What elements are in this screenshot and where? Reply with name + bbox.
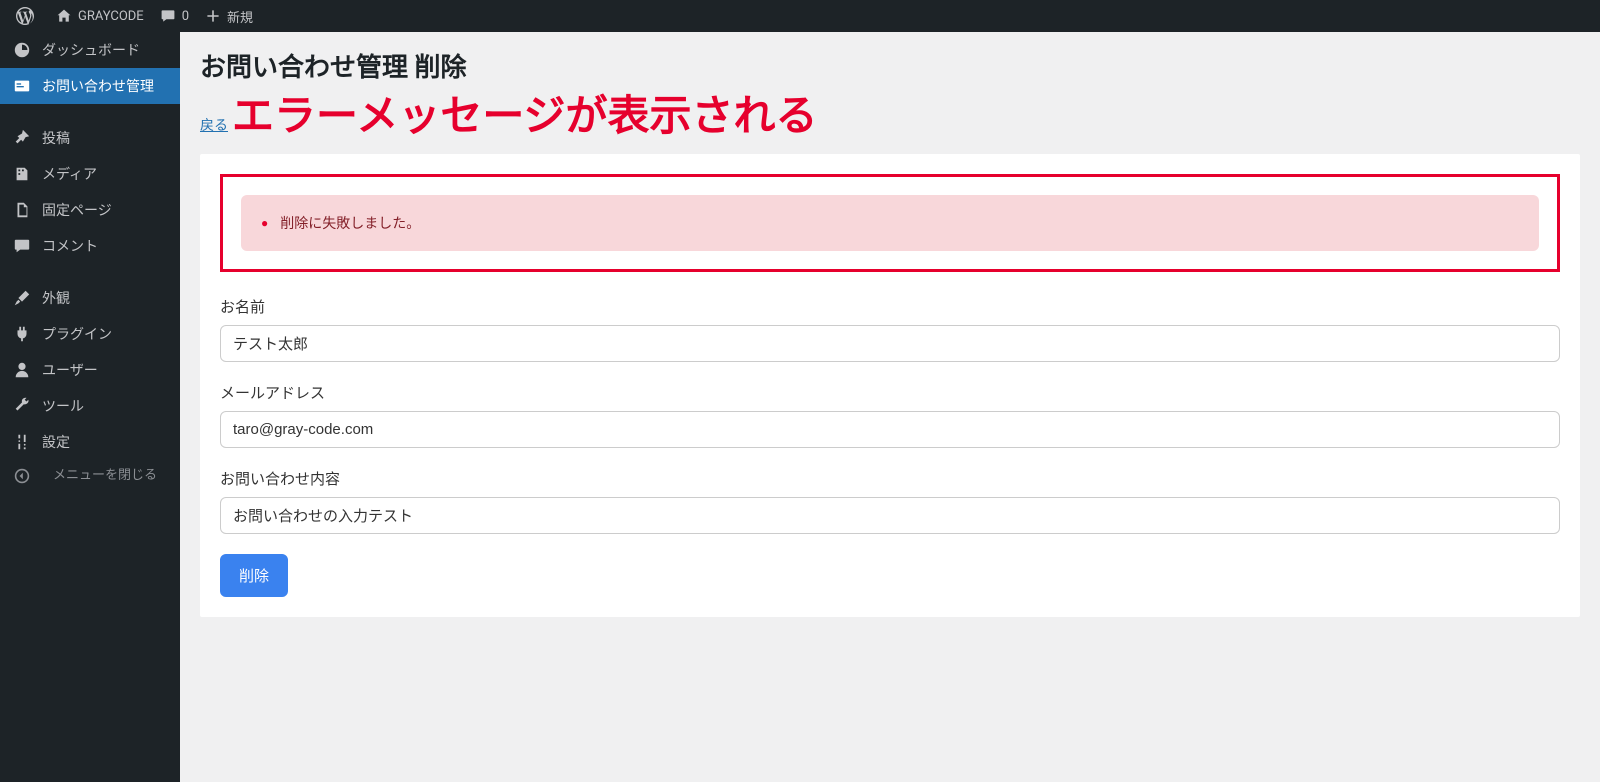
sidebar-item-label: コメント	[42, 236, 98, 256]
content-label: お問い合わせ内容	[220, 468, 1560, 489]
email-label: メールアドレス	[220, 382, 1560, 403]
form-group-name: お名前	[220, 296, 1560, 362]
sidebar-item-dashboard[interactable]: ダッシュボード	[0, 32, 180, 68]
sidebar-item-label: 投稿	[42, 128, 70, 148]
sidebar-item-label: ツール	[42, 396, 84, 416]
alert-message: 削除に失敗しました。	[280, 213, 420, 233]
sidebar-collapse[interactable]: メニューを閉じる	[0, 460, 180, 493]
sidebar-item-label: ダッシュボード	[42, 40, 140, 60]
card-icon	[12, 77, 32, 95]
sidebar-item-label: メディア	[42, 164, 97, 184]
sidebar-item-pages[interactable]: 固定ページ	[0, 192, 180, 228]
new-content-link[interactable]: 新規	[197, 0, 261, 32]
alert-highlight-box: ● 削除に失敗しました。	[220, 174, 1560, 272]
content-card: ● 削除に失敗しました。 お名前 メールアドレス お問い合わせ内容 削除	[200, 154, 1580, 617]
home-icon	[56, 8, 72, 24]
back-link[interactable]: 戻る	[200, 115, 228, 135]
error-alert: ● 削除に失敗しました。	[241, 195, 1539, 251]
main-content: お問い合わせ管理 削除 戻る エラーメッセージが表示される ● 削除に失敗しまし…	[180, 32, 1600, 637]
sidebar-item-settings[interactable]: 設定	[0, 424, 180, 460]
brush-icon	[12, 289, 32, 307]
sidebar-item-media[interactable]: メディア	[0, 156, 180, 192]
site-title: GRAYCODE	[78, 9, 144, 24]
admin-bar: GRAYCODE 0 新規	[0, 0, 1600, 32]
form-group-content: お問い合わせ内容	[220, 468, 1560, 534]
sidebar-item-posts[interactable]: 投稿	[0, 120, 180, 156]
plug-icon	[12, 325, 32, 343]
back-row: 戻る エラーメッセージが表示される	[200, 94, 1580, 140]
sidebar-item-label: 設定	[42, 432, 70, 452]
sidebar-item-label: 外観	[42, 288, 70, 308]
sidebar-item-label: プラグイン	[42, 324, 112, 344]
user-icon	[12, 361, 32, 379]
settings-icon	[12, 433, 32, 451]
sidebar-item-label: 固定ページ	[42, 200, 112, 220]
annotation-text: エラーメッセージが表示される	[232, 94, 817, 140]
email-input[interactable]	[220, 411, 1560, 448]
sidebar-item-label: ユーザー	[42, 360, 98, 380]
admin-sidebar: ダッシュボード お問い合わせ管理 投稿 メディア 固定ページ コメント	[0, 32, 180, 782]
new-label: 新規	[227, 7, 253, 26]
sidebar-item-appearance[interactable]: 外観	[0, 280, 180, 316]
collapse-label: メニューを閉じる	[42, 468, 168, 485]
form-group-email: メールアドレス	[220, 382, 1560, 448]
sidebar-item-plugins[interactable]: プラグイン	[0, 316, 180, 352]
page-title: お問い合わせ管理 削除	[200, 52, 1580, 86]
dashboard-icon	[12, 41, 32, 59]
comment-count: 0	[182, 9, 189, 24]
sidebar-item-label: お問い合わせ管理	[42, 76, 154, 96]
name-input[interactable]	[220, 325, 1560, 362]
wordpress-icon	[16, 7, 34, 25]
plus-icon	[205, 8, 221, 24]
bullet-icon: ●	[261, 216, 268, 230]
sidebar-item-comments[interactable]: コメント	[0, 228, 180, 264]
chat-icon	[12, 237, 32, 255]
wp-logo[interactable]	[8, 0, 48, 32]
wrench-icon	[12, 397, 32, 415]
comments-link[interactable]: 0	[152, 0, 197, 32]
delete-button[interactable]: 削除	[220, 554, 288, 597]
collapse-icon	[12, 468, 32, 484]
sidebar-separator	[0, 264, 180, 280]
name-label: お名前	[220, 296, 1560, 317]
site-link[interactable]: GRAYCODE	[48, 0, 152, 32]
content-input[interactable]	[220, 497, 1560, 534]
pin-icon	[12, 129, 32, 147]
comment-icon	[160, 8, 176, 24]
page-icon	[12, 201, 32, 219]
sidebar-item-tools[interactable]: ツール	[0, 388, 180, 424]
media-icon	[12, 165, 32, 183]
sidebar-separator	[0, 104, 180, 120]
sidebar-item-users[interactable]: ユーザー	[0, 352, 180, 388]
sidebar-item-contact[interactable]: お問い合わせ管理	[0, 68, 180, 104]
